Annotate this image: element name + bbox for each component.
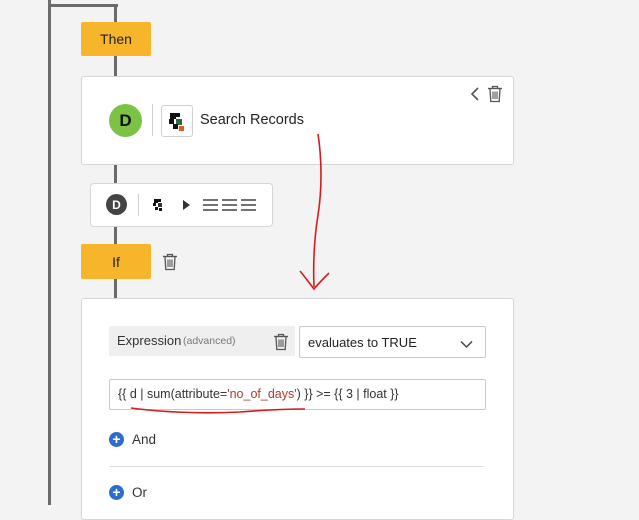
red-annotation-underline	[130, 407, 306, 414]
